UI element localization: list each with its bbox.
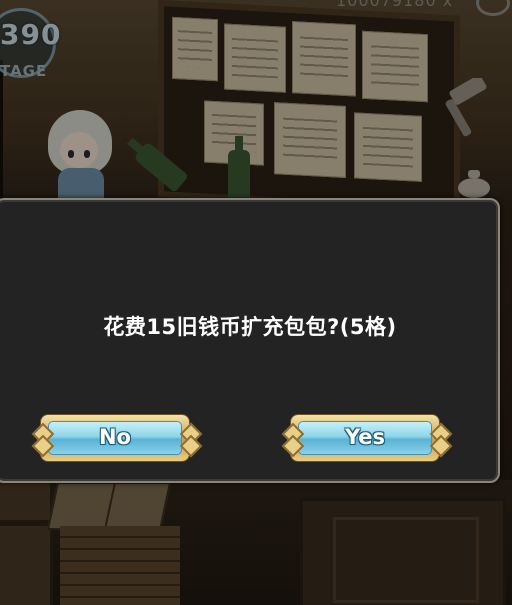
yes-button[interactable]: Yes [291,415,439,461]
no-button-label: No [98,425,131,449]
no-button[interactable]: No [41,415,189,461]
dialog-message: 花费15旧钱币扩充包包?(5格) [103,315,397,339]
yes-button-label: Yes [344,425,386,449]
